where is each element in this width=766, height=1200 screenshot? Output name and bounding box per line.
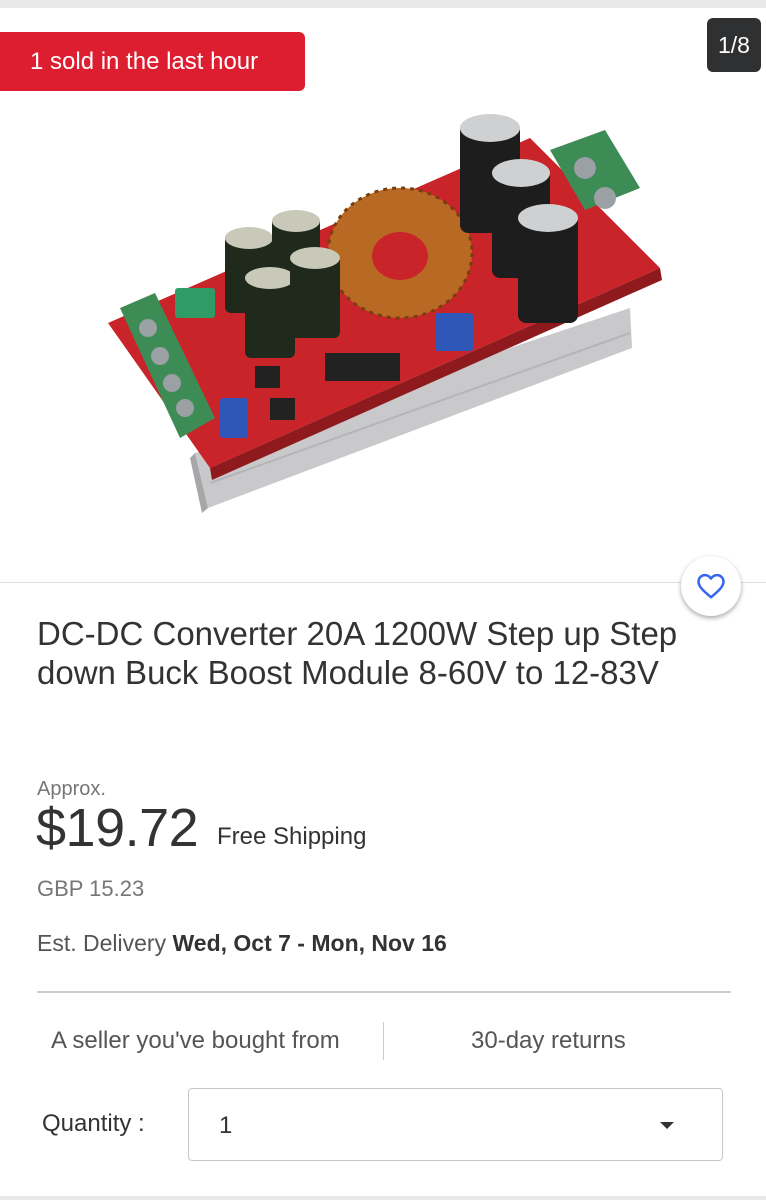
caret-down-icon	[660, 1122, 674, 1129]
shipping-info: Free Shipping	[217, 823, 367, 850]
gallery-divider	[0, 582, 766, 583]
quantity-label: Quantity :	[42, 1110, 145, 1137]
returns-policy[interactable]: 30-day returns	[471, 1027, 626, 1055]
estimated-delivery: Est. Delivery Wed, Oct 7 - Mon, Nov 16	[37, 930, 447, 957]
bottom-strip	[0, 1196, 766, 1200]
image-gallery[interactable]: 1 sold in the last hour 1/8	[0, 8, 766, 582]
product-image[interactable]	[100, 98, 670, 518]
quantity-select[interactable]: 1	[188, 1088, 723, 1161]
item-price: $19.72	[36, 798, 199, 858]
seller-note: A seller you've bought from	[51, 1027, 340, 1054]
image-counter: 1/8	[707, 18, 761, 72]
top-strip	[0, 0, 766, 8]
heart-icon	[697, 573, 725, 599]
section-divider	[37, 991, 731, 993]
listing-title: DC-DC Converter 20A 1200W Step up Step d…	[37, 615, 678, 691]
sold-banner: 1 sold in the last hour	[0, 32, 305, 91]
delivery-label: Est. Delivery	[37, 930, 167, 956]
converted-price: GBP 15.23	[37, 876, 145, 901]
info-separator	[383, 1022, 384, 1060]
delivery-dates: Wed, Oct 7 - Mon, Nov 16	[172, 930, 447, 956]
quantity-value: 1	[219, 1112, 233, 1139]
watch-button[interactable]	[681, 556, 741, 616]
